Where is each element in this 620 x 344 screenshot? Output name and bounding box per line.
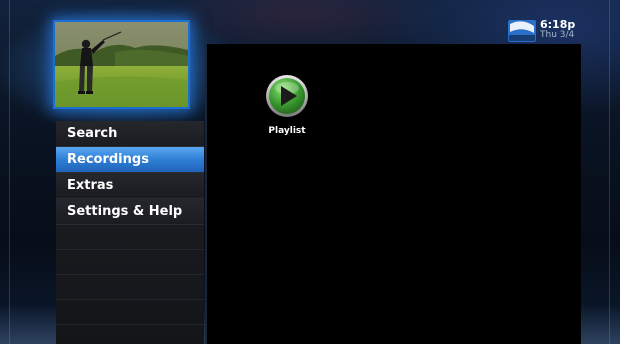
menu-divider bbox=[56, 275, 204, 300]
menu-item-label: Settings & Help bbox=[67, 204, 183, 219]
menu-item-label: Recordings bbox=[67, 152, 149, 167]
status-clock: 6:18p Thu 3/4 bbox=[508, 18, 598, 42]
menu-item-recordings[interactable]: Recordings bbox=[56, 147, 204, 173]
play-icon bbox=[266, 75, 308, 117]
tv-screen: Search Recordings Extras Settings & Help bbox=[0, 0, 620, 344]
playlist-tile[interactable]: Playlist bbox=[255, 74, 319, 136]
content-pane: Playlist bbox=[205, 44, 581, 344]
menu-item-label: Search bbox=[67, 126, 118, 141]
directv-logo-icon bbox=[508, 20, 536, 42]
menu-divider bbox=[56, 250, 204, 275]
live-tv-preview[interactable] bbox=[53, 20, 190, 109]
clock-date: Thu 3/4 bbox=[540, 30, 575, 40]
menu-item-settings-help[interactable]: Settings & Help bbox=[56, 199, 204, 225]
menu-divider bbox=[56, 300, 204, 325]
menu-item-extras[interactable]: Extras bbox=[56, 173, 204, 199]
menu-item-label: Extras bbox=[67, 178, 114, 193]
main-menu: Search Recordings Extras Settings & Help bbox=[56, 121, 204, 344]
menu-item-search[interactable]: Search bbox=[56, 121, 204, 147]
menu-divider bbox=[56, 325, 204, 344]
golfer-preview-image bbox=[55, 22, 188, 107]
playlist-label: Playlist bbox=[268, 126, 306, 136]
menu-divider bbox=[56, 225, 204, 250]
